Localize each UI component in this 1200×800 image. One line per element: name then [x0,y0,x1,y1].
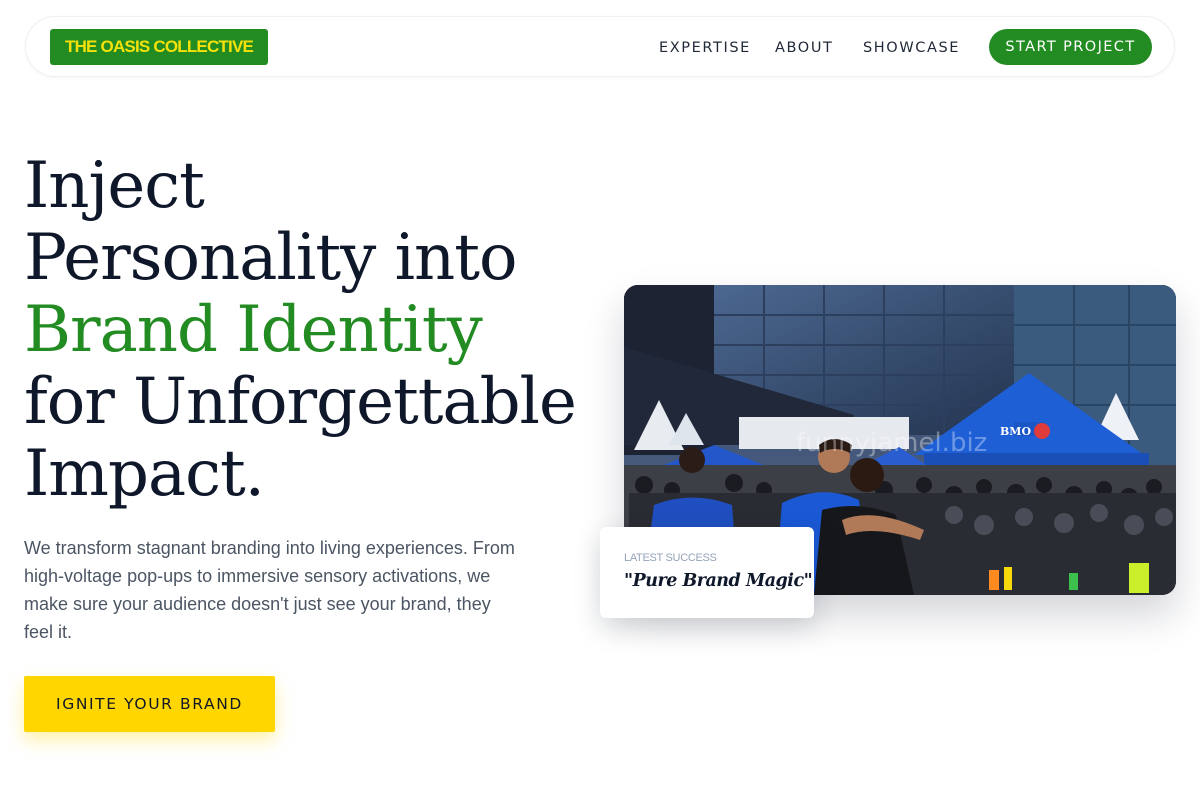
badge-quote: "Pure Brand Magic" [624,571,813,591]
nav-link-about[interactable]: ABOUT [775,39,834,57]
headline-line: Impact. [24,437,265,511]
ignite-brand-button[interactable]: IGNITE YOUR BRAND [24,676,275,732]
latest-success-card: LATEST SUCCESS "Pure Brand Magic" [600,527,814,618]
tent-banner-text: BMO [1000,425,1031,438]
badge-label: LATEST SUCCESS [624,552,717,564]
start-project-button[interactable]: START PROJECT [989,29,1152,65]
nav-link-expertise[interactable]: EXPERTISE [659,39,751,57]
brand-logo[interactable]: THE OASIS COLLECTIVE [50,29,269,65]
headline-highlight: Brand Identity [24,293,483,367]
image-watermark: funnyjamel.biz [796,428,987,458]
hero-subtext: We transform stagnant branding into livi… [24,538,515,642]
headline-line: Inject [24,149,205,223]
top-navigation: THE OASIS COLLECTIVE EXPERTISE ABOUT SHO… [25,16,1175,77]
nav-link-showcase[interactable]: SHOWCASE [863,39,960,57]
headline-line: Personality into [24,221,518,295]
headline-line: for Unforgettable [24,365,577,439]
hero-headline: Inject Personality into Brand Identity f… [24,150,594,510]
